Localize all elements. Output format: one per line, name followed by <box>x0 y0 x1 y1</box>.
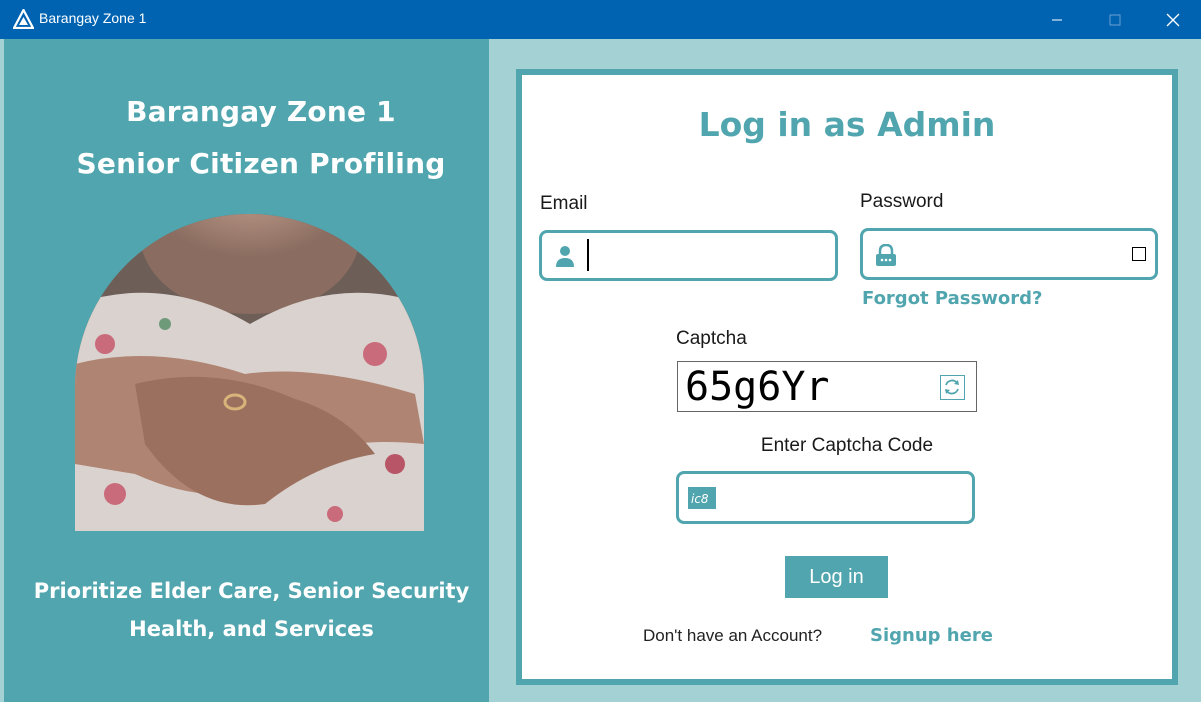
signup-link[interactable]: Signup here <box>870 625 993 646</box>
password-field[interactable] <box>860 228 1158 280</box>
show-password-checkbox[interactable] <box>1132 247 1146 261</box>
left-panel: Barangay Zone 1 Senior Citizen Profiling <box>4 39 489 702</box>
email-label: Email <box>540 193 588 214</box>
text-cursor <box>587 239 589 271</box>
app-subtitle: Senior Citizen Profiling <box>76 147 446 180</box>
title-bar: Barangay Zone 1 <box>0 0 1201 39</box>
login-heading: Log in as Admin <box>698 105 996 144</box>
captcha-icon: ic8 <box>688 487 716 509</box>
maximize-button[interactable] <box>1086 0 1144 39</box>
tagline-line1: Prioritize Elder Care, Senior Security <box>33 579 470 603</box>
refresh-icon <box>945 379 959 395</box>
lock-icon <box>876 244 896 266</box>
tagline-line2: Health, and Services <box>129 617 374 641</box>
svg-text:ic8: ic8 <box>691 492 709 506</box>
enter-captcha-label: Enter Captcha Code <box>760 435 934 456</box>
login-button[interactable]: Log in <box>785 556 888 598</box>
email-field[interactable] <box>539 230 838 281</box>
captcha-display: 65g6Yr <box>677 361 977 412</box>
senior-hands-photo <box>75 214 424 531</box>
user-icon <box>556 246 574 267</box>
maximize-icon <box>1109 14 1121 25</box>
password-label: Password <box>860 191 944 212</box>
login-card: Log in as Admin Email Password Forgot Pa… <box>516 69 1178 685</box>
minimize-icon <box>1052 19 1062 20</box>
no-account-text: Don't have an Account? <box>643 626 823 645</box>
photo-illustration <box>75 214 424 531</box>
minimize-button[interactable] <box>1028 0 1086 39</box>
captcha-input[interactable]: ic8 <box>676 471 975 524</box>
captcha-label: Captcha <box>676 328 747 349</box>
close-icon <box>1166 13 1180 26</box>
window-title: Barangay Zone 1 <box>39 10 147 26</box>
captcha-code: 65g6Yr <box>685 364 830 410</box>
app-logo-icon <box>13 9 34 29</box>
forgot-password-link[interactable]: Forgot Password? <box>862 288 1042 309</box>
refresh-captcha-button[interactable] <box>940 375 965 400</box>
close-button[interactable] <box>1144 0 1201 39</box>
app-title: Barangay Zone 1 <box>126 95 396 128</box>
